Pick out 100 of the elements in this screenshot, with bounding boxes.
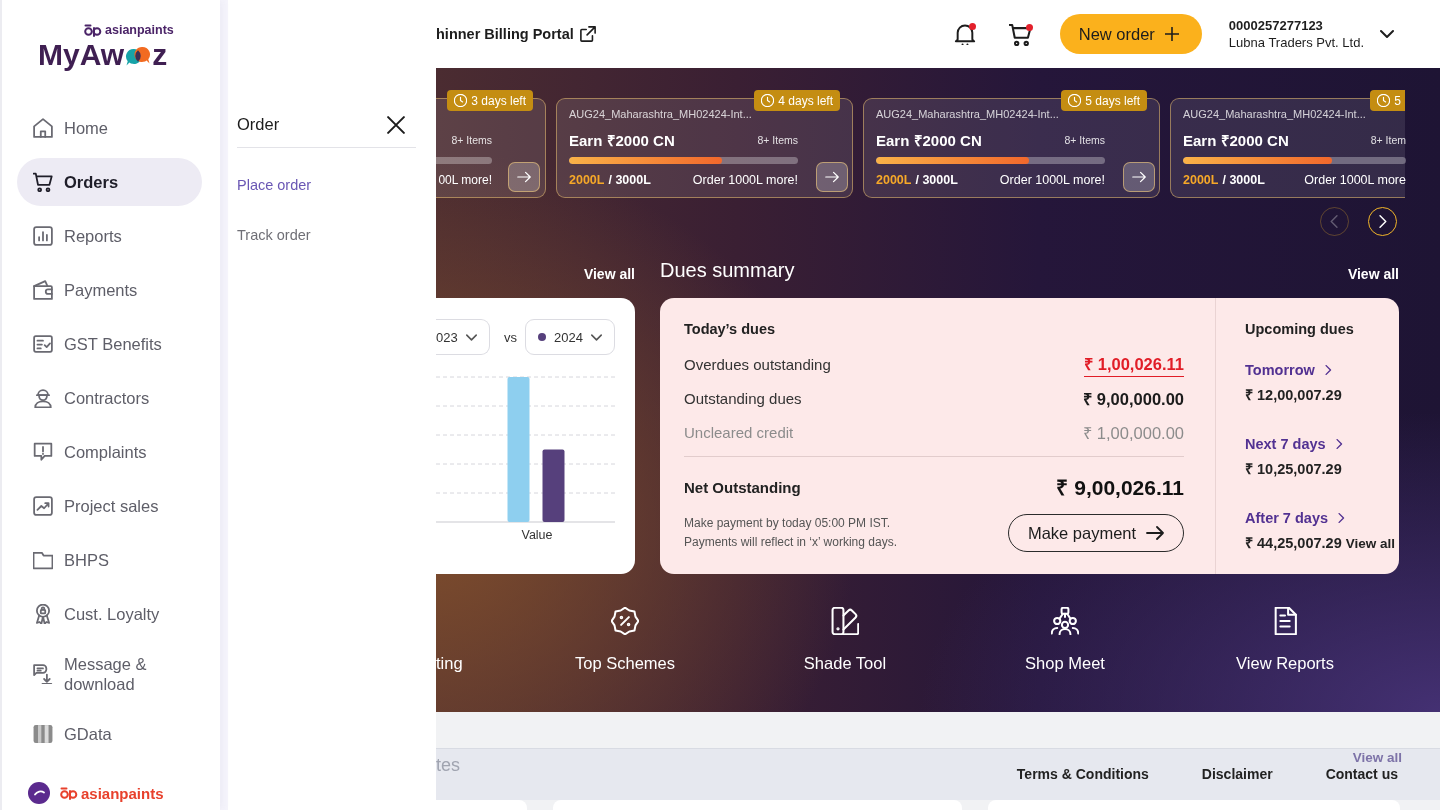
arrow-right-icon (1132, 170, 1146, 184)
logo-brand-text: asianpaints (81, 784, 164, 802)
close-icon (387, 115, 405, 134)
cart-button[interactable] (1008, 22, 1032, 46)
striped-square-icon (33, 724, 53, 744)
trend-chart-icon (33, 496, 53, 516)
footer-link[interactable]: Terms & Conditions (1016, 766, 1149, 782)
due-period-link[interactable]: Tomorrow (1245, 360, 1399, 380)
days-left-text: 5 days left (1085, 93, 1140, 108)
order-more-text: Order 1000L more! (999, 173, 1105, 187)
scheme-title: AUG24_Maharashtra_MH02424-Int... (569, 108, 752, 120)
nav-item[interactable]: Project sales (17, 482, 202, 530)
alert-bubble-icon (33, 442, 53, 462)
dues-amount: ₹ 1,00,000.00 (1083, 422, 1184, 444)
nav-item[interactable]: Message & download (17, 644, 202, 704)
arrow-right-icon (517, 170, 531, 184)
footer-link[interactable]: Contact us (1325, 766, 1398, 782)
plus-icon (1164, 27, 1179, 41)
arrow-button[interactable] (816, 162, 848, 192)
quick-action[interactable]: Top Schemes (515, 600, 735, 690)
nav-item[interactable]: Reports (17, 212, 202, 260)
clock-icon (454, 94, 468, 107)
view-all-link[interactable]: View all (1347, 266, 1399, 282)
quick-action[interactable]: Shade Tool (735, 600, 955, 690)
view-all-link[interactable]: View all (1352, 750, 1402, 765)
due-amount: ₹ 12,00,007.29 (1245, 386, 1342, 405)
arrow-right-icon (1146, 524, 1165, 542)
items-count: 8+ Items (1064, 134, 1105, 146)
order-more-text: 00L more! (438, 173, 492, 187)
submenu-item[interactable]: Track order (237, 210, 416, 260)
arrow-right-icon (825, 170, 839, 184)
message-download-icon (33, 664, 53, 684)
nav-item[interactable]: Orders (17, 158, 202, 206)
clock-icon (1377, 94, 1391, 107)
nav-item[interactable]: GST Benefits (17, 320, 202, 368)
logo-brand-text: asianpaints (105, 23, 174, 37)
days-left-text: 3 days left (471, 93, 526, 108)
close-button[interactable] (387, 115, 405, 134)
dues-amount: ₹ 9,00,000.00 (1083, 388, 1184, 410)
target-volume: / 3000L (1222, 173, 1265, 187)
due-amount: ₹ 10,25,007.29 (1245, 460, 1342, 479)
cart-icon (33, 172, 53, 192)
notifications-button[interactable] (953, 23, 976, 45)
chevron-right-icon (1333, 439, 1344, 449)
quick-action[interactable]: ting (436, 600, 515, 690)
chevron-left-icon (1328, 215, 1341, 228)
percent-badge-icon (611, 607, 639, 635)
dues-label: Uncleared credit (684, 423, 794, 441)
year-dropdown[interactable]: 2024 (525, 319, 615, 355)
account-menu[interactable]: 0000257277123 Lubna Traders Pvt. Ltd. (1228, 18, 1394, 50)
section-title: tes (436, 754, 460, 776)
dues-heading: Upcoming dues (1245, 320, 1355, 339)
due-period-link[interactable]: After 7 days (1245, 508, 1399, 528)
chevron-right-icon (1322, 365, 1333, 375)
nav-item[interactable]: GData (17, 710, 202, 758)
view-all-link[interactable]: View all (1345, 535, 1395, 553)
items-count: 8+ Items (757, 134, 798, 146)
due-period-link[interactable]: Next 7 days (1245, 434, 1399, 454)
achieved-volume: 2000L (876, 173, 912, 187)
net-outstanding-label: Net Outstanding (684, 478, 801, 496)
nav-item[interactable]: BHPS (17, 536, 202, 584)
year-dropdown[interactable]: 023 (436, 319, 491, 355)
net-outstanding-amount: ₹ 9,00,026.11 (1056, 475, 1184, 501)
portal-link[interactable]: hinner Billing Portal (436, 26, 596, 42)
logo-text: MyAw (38, 38, 125, 72)
clock-icon (761, 94, 775, 107)
nav-item[interactable]: Complaints (17, 428, 202, 476)
items-count: 8+ Item (1370, 134, 1406, 146)
dues-amount: ₹ 1,00,026.11 (1084, 351, 1184, 377)
dues-label: Outstanding dues (684, 389, 802, 407)
achieved-volume: 2000L (569, 173, 605, 187)
submenu-item[interactable]: Place order (237, 160, 416, 210)
days-left-text: 4 days left (778, 93, 833, 108)
nav-item[interactable]: Home (17, 104, 202, 152)
order-more-text: Order 1000L more (1304, 173, 1406, 187)
swatch-icon (831, 607, 859, 635)
payment-note: Make payment by today 05:00 PM IST. (684, 515, 892, 532)
chevron-right-icon (1376, 215, 1389, 228)
logo-text: z (152, 38, 168, 72)
nav-item[interactable]: Contractors (17, 374, 202, 422)
chevron-down-icon (1380, 27, 1394, 41)
bar-chart-icon (33, 226, 53, 246)
vs-label: vs (504, 329, 518, 345)
footer-link[interactable]: Disclaimer (1201, 766, 1273, 782)
nav-item[interactable]: Cust. Loyalty (17, 590, 202, 638)
view-all-link[interactable]: View all (583, 266, 635, 282)
new-order-button[interactable]: New order (1059, 14, 1202, 54)
quick-action[interactable]: View Reports (1175, 600, 1395, 690)
checklist-icon (33, 334, 53, 354)
section-title: Dues summary (660, 258, 795, 282)
arrow-button[interactable] (508, 162, 540, 192)
arrow-button[interactable] (1123, 162, 1155, 192)
clock-icon (1068, 94, 1082, 107)
target-volume: / 3000L (915, 173, 958, 187)
quick-action[interactable]: Shop Meet (955, 600, 1175, 690)
bell-icon (953, 23, 976, 45)
scheme-title: AUG24_Maharashtra_MH02424-Int... (876, 108, 1059, 120)
nav-item[interactable]: Payments (17, 266, 202, 314)
brand-mark-icon (60, 786, 78, 800)
logo-icon (28, 782, 50, 804)
